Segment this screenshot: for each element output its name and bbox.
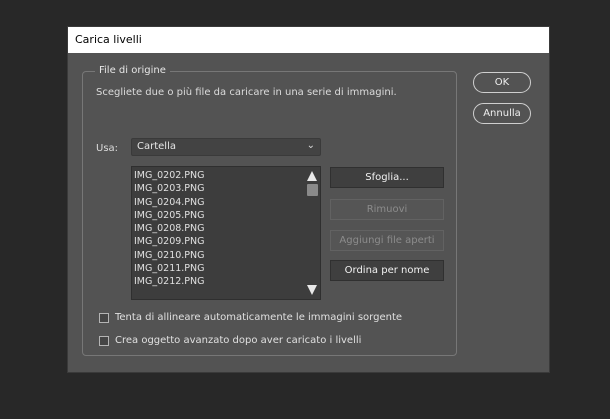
auto-align-label[interactable]: Tenta di allineare automaticamente le im… (115, 312, 402, 323)
scroll-down-icon[interactable] (307, 285, 317, 295)
smart-object-checkbox[interactable] (99, 336, 109, 346)
file-list-item[interactable]: IMG_0204.PNG (134, 196, 304, 209)
smart-object-label[interactable]: Crea oggetto avanzato dopo aver caricato… (115, 335, 361, 346)
instructions-text: Scegliete due o più file da caricare in … (96, 87, 397, 98)
chevron-down-icon: ⌄ (306, 140, 315, 151)
file-list-item[interactable]: IMG_0209.PNG (134, 235, 304, 248)
file-list-item[interactable]: IMG_0212.PNG (134, 275, 304, 288)
scroll-up-icon[interactable] (307, 171, 317, 181)
remove-button[interactable]: Rimuovi (330, 199, 444, 220)
group-title: File di origine (95, 65, 170, 76)
file-list[interactable]: IMG_0202.PNG IMG_0203.PNG IMG_0204.PNG IMG_… (131, 166, 321, 300)
file-list-item[interactable]: IMG_0208.PNG (134, 222, 304, 235)
auto-align-checkbox[interactable] (99, 313, 109, 323)
title-bar: Carica livelli (68, 27, 549, 53)
file-list-item[interactable]: IMG_0205.PNG (134, 209, 304, 222)
dialog-title: Carica livelli (75, 33, 142, 46)
sort-by-name-button[interactable]: Ordina per nome (330, 260, 444, 281)
file-list-item[interactable]: IMG_0210.PNG (134, 249, 304, 262)
file-list-item[interactable]: IMG_0202.PNG (134, 169, 304, 182)
ok-button[interactable]: OK (473, 72, 531, 93)
scrollbar[interactable] (305, 167, 320, 299)
file-list-item[interactable]: IMG_0211.PNG (134, 262, 304, 275)
cancel-button[interactable]: Annulla (473, 103, 531, 124)
load-layers-dialog: Carica livelli File di origine Scegliete… (68, 27, 549, 372)
file-list-items: IMG_0202.PNG IMG_0203.PNG IMG_0204.PNG IMG_… (134, 169, 304, 289)
add-open-files-button[interactable]: Aggiungi file aperti (330, 230, 444, 251)
use-label: Usa: (96, 143, 119, 154)
use-dropdown[interactable]: Cartella ⌄ (131, 138, 321, 156)
use-dropdown-value: Cartella (137, 141, 176, 152)
browse-button[interactable]: Sfoglia... (330, 167, 444, 188)
file-list-item[interactable]: IMG_0203.PNG (134, 182, 304, 195)
scroll-thumb[interactable] (307, 184, 318, 196)
